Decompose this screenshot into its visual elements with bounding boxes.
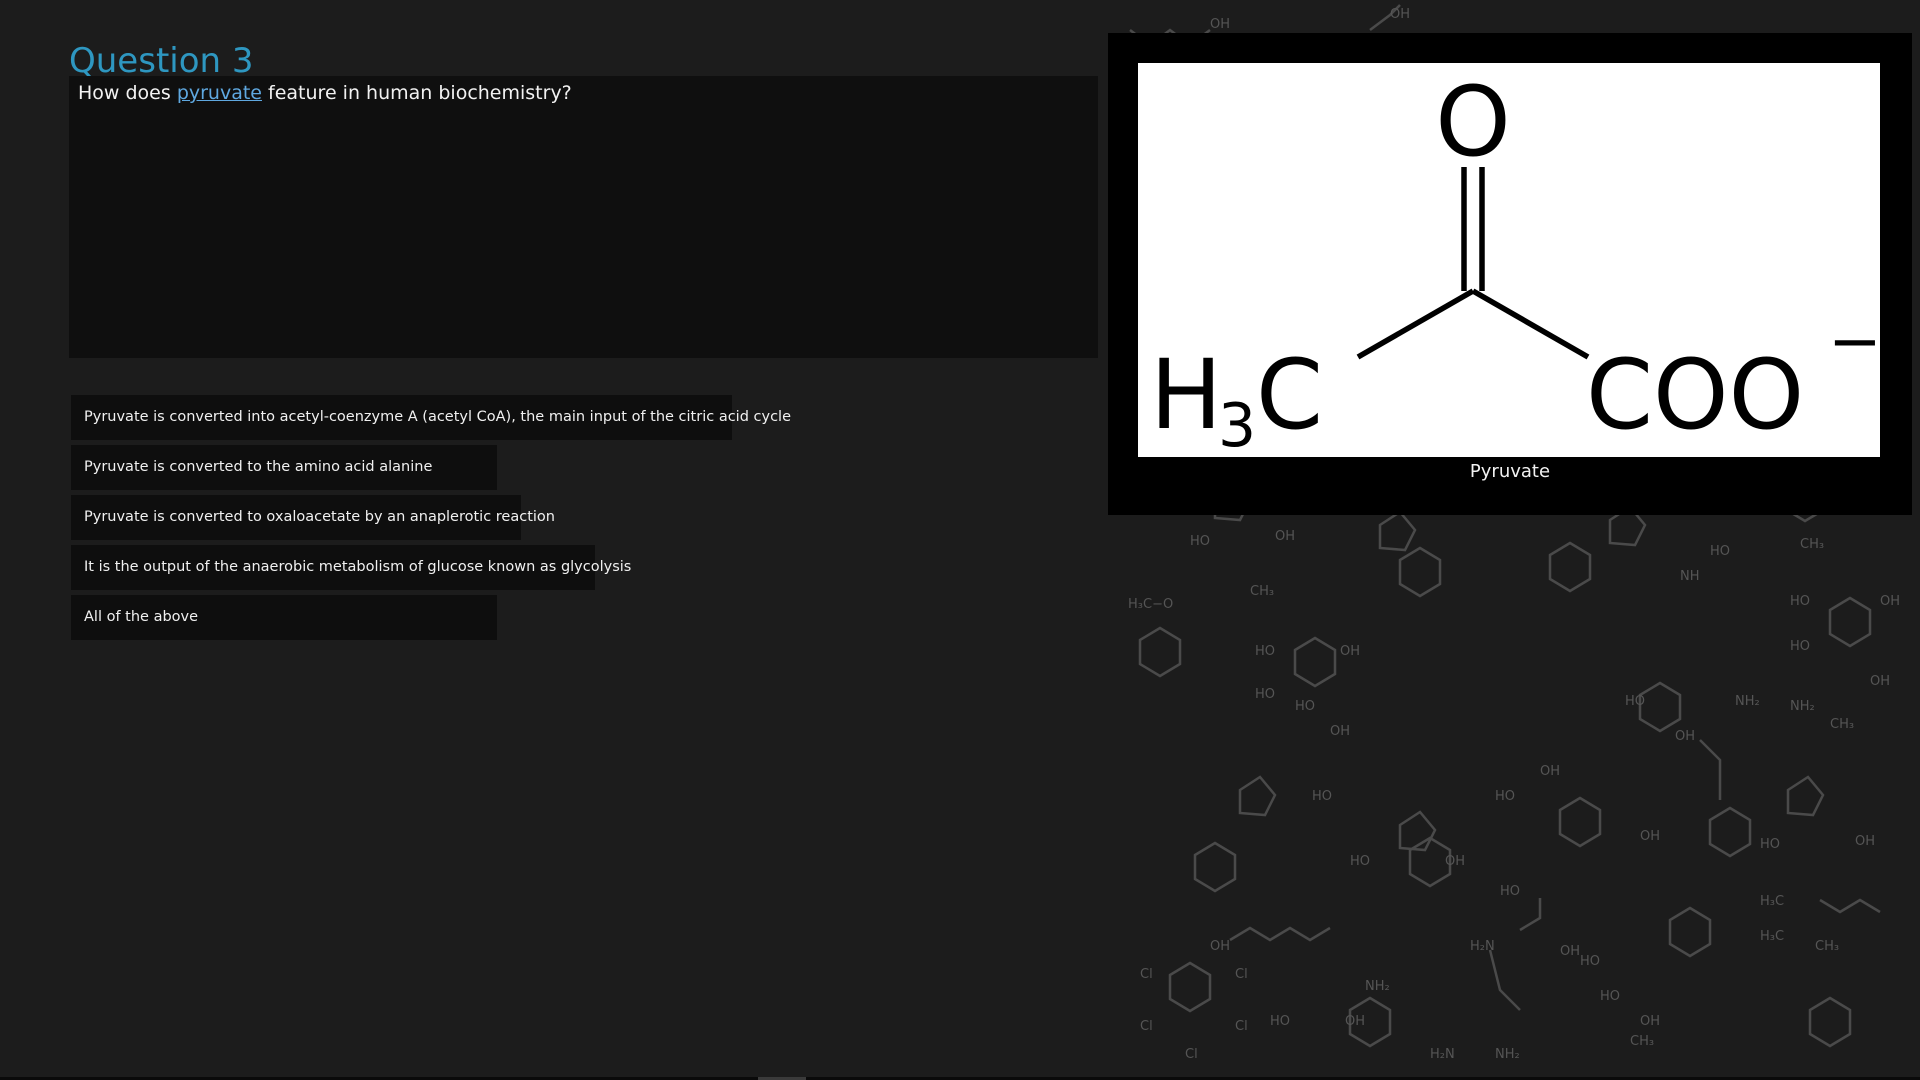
svg-text:HO: HO <box>1350 854 1370 869</box>
answer-option-4[interactable]: It is the output of the anaerobic metabo… <box>71 545 631 590</box>
svg-text:OH: OH <box>1870 674 1890 689</box>
svg-text:H₂N: H₂N <box>1430 1047 1455 1062</box>
question-text-before: How does <box>78 82 177 104</box>
pyruvate-structure-image: O H 3 C COO − <box>1138 63 1880 457</box>
svg-text:NH₂: NH₂ <box>1790 699 1815 714</box>
svg-text:NH₂: NH₂ <box>1495 1047 1520 1062</box>
question-title: Question 3 <box>69 40 254 81</box>
svg-text:Cl: Cl <box>1140 1019 1153 1034</box>
svg-text:HO: HO <box>1190 534 1210 549</box>
svg-text:OH: OH <box>1855 834 1875 849</box>
svg-text:H₃C: H₃C <box>1760 929 1784 944</box>
svg-text:HO: HO <box>1255 687 1275 702</box>
answer-option-5[interactable]: All of the above <box>71 595 497 640</box>
svg-text:Cl: Cl <box>1185 1047 1198 1062</box>
svg-text:NH₂: NH₂ <box>1735 694 1760 709</box>
svg-text:OH: OH <box>1675 729 1695 744</box>
image-panel: O H 3 C COO − Pyruvate <box>1108 33 1912 515</box>
svg-text:OH: OH <box>1540 764 1560 779</box>
svg-text:Cl: Cl <box>1140 967 1153 982</box>
svg-text:CH₃: CH₃ <box>1630 1034 1654 1049</box>
svg-text:HO: HO <box>1790 594 1810 609</box>
svg-text:HO: HO <box>1790 639 1810 654</box>
svg-text:OH: OH <box>1210 17 1230 32</box>
methyl-subscript-label: 3 <box>1218 391 1256 457</box>
svg-text:HO: HO <box>1312 789 1332 804</box>
svg-text:Cl: Cl <box>1235 967 1248 982</box>
svg-text:HO: HO <box>1625 694 1645 709</box>
methyl-c-label: C <box>1256 339 1323 451</box>
question-text-box: How does pyruvate feature in human bioch… <box>69 76 1098 358</box>
svg-text:OH: OH <box>1560 944 1580 959</box>
svg-text:OH: OH <box>1445 854 1465 869</box>
image-caption: Pyruvate <box>1469 461 1551 482</box>
svg-text:H₃C−O: H₃C−O <box>1128 597 1173 612</box>
svg-text:OH: OH <box>1640 1014 1660 1029</box>
svg-text:Cl: Cl <box>1235 1019 1248 1034</box>
answer-option-1[interactable]: Pyruvate is converted into acetyl-coenzy… <box>71 395 791 440</box>
svg-text:OH: OH <box>1330 724 1350 739</box>
svg-text:CH₃: CH₃ <box>1830 717 1854 732</box>
answer-option-3[interactable]: Pyruvate is converted to oxaloacetate by… <box>71 495 555 540</box>
svg-text:HO: HO <box>1710 544 1730 559</box>
pyruvate-link[interactable]: pyruvate <box>177 82 262 104</box>
methyl-h-label: H <box>1150 339 1222 451</box>
svg-text:HO: HO <box>1760 837 1780 852</box>
svg-text:HO: HO <box>1495 789 1515 804</box>
quiz-page: OH OH OH HO OH CH₃ H₃C−O HO OH HO OH NH₂… <box>0 0 1920 1080</box>
oxygen-label: O <box>1435 66 1511 178</box>
svg-text:HO: HO <box>1500 884 1520 899</box>
svg-text:HO: HO <box>1270 1014 1290 1029</box>
svg-text:OH: OH <box>1640 829 1660 844</box>
svg-text:HO: HO <box>1255 644 1275 659</box>
answer-list: Pyruvate is converted into acetyl-coenzy… <box>71 395 791 645</box>
svg-text:HO: HO <box>1580 954 1600 969</box>
svg-text:H₃C: H₃C <box>1760 894 1784 909</box>
carboxylate-label: COO <box>1586 339 1804 451</box>
svg-text:OH: OH <box>1275 529 1295 544</box>
svg-text:OH: OH <box>1880 594 1900 609</box>
svg-text:H₂N: H₂N <box>1470 939 1495 954</box>
svg-text:HO: HO <box>1600 989 1620 1004</box>
svg-text:NH: NH <box>1680 569 1700 584</box>
svg-text:NH₂: NH₂ <box>1365 979 1390 994</box>
svg-text:HO: HO <box>1295 699 1315 714</box>
question-text-after: feature in human biochemistry? <box>262 82 572 104</box>
answer-option-2[interactable]: Pyruvate is converted to the amino acid … <box>71 445 497 490</box>
svg-text:OH: OH <box>1345 1014 1365 1029</box>
charge-label: − <box>1828 305 1880 379</box>
svg-text:OH: OH <box>1340 644 1360 659</box>
svg-text:CH₃: CH₃ <box>1815 939 1839 954</box>
svg-text:CH₃: CH₃ <box>1250 584 1274 599</box>
pyruvate-molecule-icon: O H 3 C COO − <box>1150 66 1880 457</box>
svg-text:CH₃: CH₃ <box>1800 537 1824 552</box>
svg-text:OH: OH <box>1210 939 1230 954</box>
svg-text:OH: OH <box>1390 7 1410 22</box>
